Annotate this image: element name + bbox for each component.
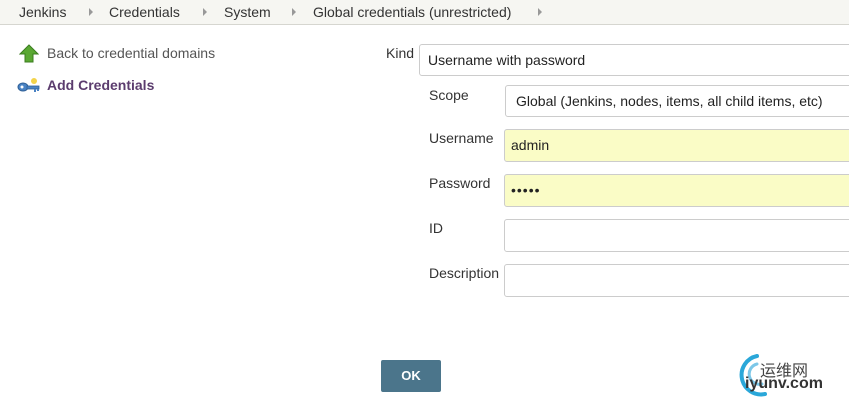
- username-label: Username: [429, 130, 494, 146]
- watermark-en-text: iyunv.com: [745, 375, 823, 392]
- breadcrumb-separator-icon[interactable]: [292, 8, 296, 16]
- watermark: 运维网 iyunv.com: [735, 350, 849, 401]
- breadcrumb-separator-icon[interactable]: [203, 8, 207, 16]
- breadcrumb: Jenkins Credentials System Global creden…: [0, 0, 849, 25]
- id-label: ID: [429, 220, 443, 236]
- key-icon: [17, 77, 41, 98]
- id-field[interactable]: [504, 219, 849, 252]
- breadcrumb-separator-icon[interactable]: [89, 8, 93, 16]
- password-label: Password: [429, 175, 491, 191]
- description-field[interactable]: [504, 264, 849, 297]
- scope-select[interactable]: Global (Jenkins, nodes, items, all child…: [505, 85, 849, 117]
- up-arrow-icon: [18, 44, 40, 67]
- scope-label: Scope: [429, 87, 469, 103]
- back-to-domains-label: Back to credential domains: [47, 45, 216, 61]
- ok-button[interactable]: OK: [381, 360, 441, 392]
- kind-label: Kind: [386, 45, 415, 61]
- password-field[interactable]: •••••: [504, 174, 849, 207]
- description-label: Description: [429, 265, 500, 281]
- breadcrumb-item-global-credentials[interactable]: Global credentials (unrestricted): [313, 4, 511, 20]
- add-credentials-label: Add Credentials: [47, 77, 155, 93]
- username-field[interactable]: admin: [504, 129, 849, 162]
- breadcrumb-item-credentials[interactable]: Credentials: [109, 4, 180, 20]
- breadcrumb-separator-icon[interactable]: [538, 8, 542, 16]
- kind-select[interactable]: Username with password: [419, 44, 849, 76]
- breadcrumb-item-system[interactable]: System: [224, 4, 271, 20]
- breadcrumb-item-jenkins[interactable]: Jenkins: [19, 4, 66, 20]
